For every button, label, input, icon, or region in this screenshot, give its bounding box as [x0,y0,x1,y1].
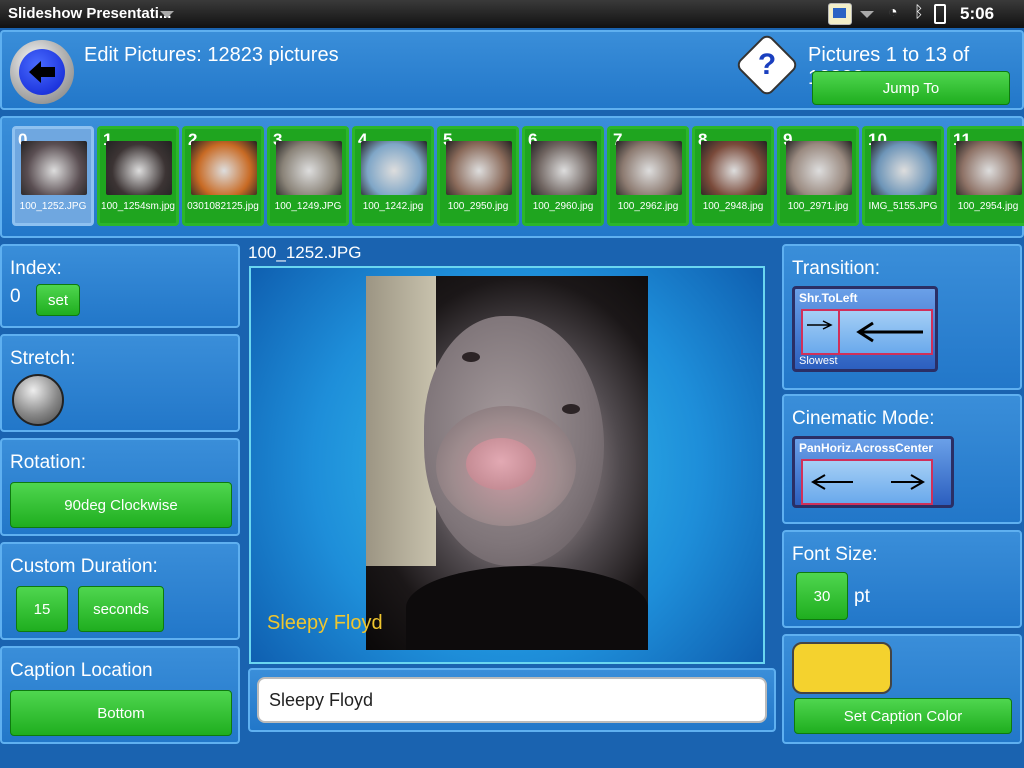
clock: 5:06 [960,4,995,23]
thumbnail-image [616,141,682,195]
status-bar: Slideshow Presentati... ◔ ᛒ 5:06 [0,0,1024,28]
back-button[interactable] [10,40,74,104]
cinematic-label: Cinematic Mode: [792,408,935,429]
app-menu-chevron-icon[interactable] [160,11,174,18]
cinematic-panel: Cinematic Mode: PanHoriz.AcrossCenter [782,394,1022,524]
thumbnail-item[interactable]: 1 100_1254sm.jpg [97,126,179,226]
cinematic-button[interactable]: PanHoriz.AcrossCenter [792,436,954,508]
thumbnail-image [276,141,342,195]
index-panel: Index: 0 set [0,244,240,328]
current-filename: 100_1252.JPG [248,243,362,262]
rotation-button[interactable]: 90deg Clockwise [10,482,232,528]
thumbnail-item[interactable]: 6 100_2960.jpg [522,126,604,226]
rotation-label: Rotation: [10,452,87,473]
font-size-unit: pt [854,586,870,607]
thumbnail-item[interactable]: 7 100_2962.jpg [607,126,689,226]
transition-name: Shr.ToLeft [799,291,858,305]
thumbnail-image [871,141,937,195]
thumbnail-image [361,141,427,195]
thumbnail-image [191,141,257,195]
thumbnail-filename: 100_1252.JPG [19,201,87,212]
caption-color-swatch[interactable] [792,642,892,694]
thumbnail-image [701,141,767,195]
font-size-button[interactable]: 30 [796,572,848,620]
status-menu-chevron-icon[interactable] [860,11,874,18]
duration-panel: Custom Duration: 15 seconds [0,542,240,640]
duration-value-button[interactable]: 15 [16,586,68,632]
thumbnail-item[interactable]: 10 IMG_5155.JPG [862,126,944,226]
thumbnail-image [21,141,87,195]
thumbnail-image [786,141,852,195]
cinematic-preview-icon [801,459,933,505]
transition-panel: Transition: Shr.ToLeft Slowest [782,244,1022,390]
back-arrow-icon [19,49,65,95]
set-caption-color-button[interactable]: Set Caption Color [794,698,1012,734]
thumbnail-item[interactable]: 11 100_2954.jpg [947,126,1024,226]
thumbnail-filename: 100_1249.JPG [274,201,342,212]
thumbnail-filename: 100_2954.jpg [957,201,1019,212]
thumbnail-filename: 100_2962.jpg [617,201,679,212]
font-size-label: Font Size: [792,544,878,565]
thumbnail-item[interactable]: 8 100_2948.jpg [692,126,774,226]
thumbnail-image [446,141,512,195]
preview-photo [366,276,648,650]
caption-location-label: Caption Location [10,660,153,681]
thumbnail-image [956,141,1022,195]
stretch-label: Stretch: [10,348,76,369]
help-icon: ? [757,48,777,81]
thumbnail-filename: 100_2950.jpg [447,201,509,212]
thumbnail-image [531,141,597,195]
thumbnail-item[interactable]: 3 100_1249.JPG [267,126,349,226]
thumbnail-item[interactable]: 4 100_1242.jpg [352,126,434,226]
thumbnail-image [106,141,172,195]
font-size-panel: Font Size: 30 pt [782,530,1022,628]
index-value: 0 [10,286,21,307]
transition-speed: Slowest [799,355,838,367]
thumbnail-item[interactable]: 2 0301082125.jpg [182,126,264,226]
transition-preview-icon [801,309,933,355]
transition-label: Transition: [792,258,880,279]
duration-unit-button[interactable]: seconds [78,586,164,632]
jump-to-button[interactable]: Jump To [812,71,1010,105]
thumbnail-filename: 0301082125.jpg [187,201,259,212]
thumbnail-filename: 100_1242.jpg [362,201,424,212]
rotation-panel: Rotation: 90deg Clockwise [0,438,240,536]
battery-icon [934,4,946,24]
caption-input[interactable]: Sleepy Floyd [257,677,767,723]
app-menu-title[interactable]: Slideshow Presentati... [8,5,171,22]
thumbnail-filename: 100_2948.jpg [702,201,764,212]
cinematic-name: PanHoriz.AcrossCenter [799,441,934,455]
thumbnail-item[interactable]: 9 100_2971.jpg [777,126,859,226]
thumbnail-item[interactable]: 5 100_2950.jpg [437,126,519,226]
caption-location-button[interactable]: Bottom [10,690,232,736]
transition-button[interactable]: Shr.ToLeft Slowest [792,286,938,372]
thumbnail-filename: 100_2971.jpg [787,201,849,212]
thumbnail-item[interactable]: 0 100_1252.JPG [12,126,94,226]
bluetooth-icon: ᛒ [914,4,924,21]
page-title: Edit Pictures: 12823 pictures [84,44,339,66]
thumbnail-filename: 100_2960.jpg [532,201,594,212]
set-index-button[interactable]: set [36,284,80,316]
stretch-toggle[interactable] [12,374,64,426]
caption-location-panel: Caption Location Bottom [0,646,240,744]
wifi-icon: ◔ [888,4,898,21]
thumbnail-filename: 100_1254sm.jpg [101,201,175,212]
duration-label: Custom Duration: [10,556,158,577]
notification-icon[interactable] [828,3,852,25]
stretch-panel: Stretch: [0,334,240,432]
caption-overlay: Sleepy Floyd [267,612,383,634]
index-label: Index: [10,258,62,279]
thumbnail-filename: IMG_5155.JPG [868,201,938,212]
